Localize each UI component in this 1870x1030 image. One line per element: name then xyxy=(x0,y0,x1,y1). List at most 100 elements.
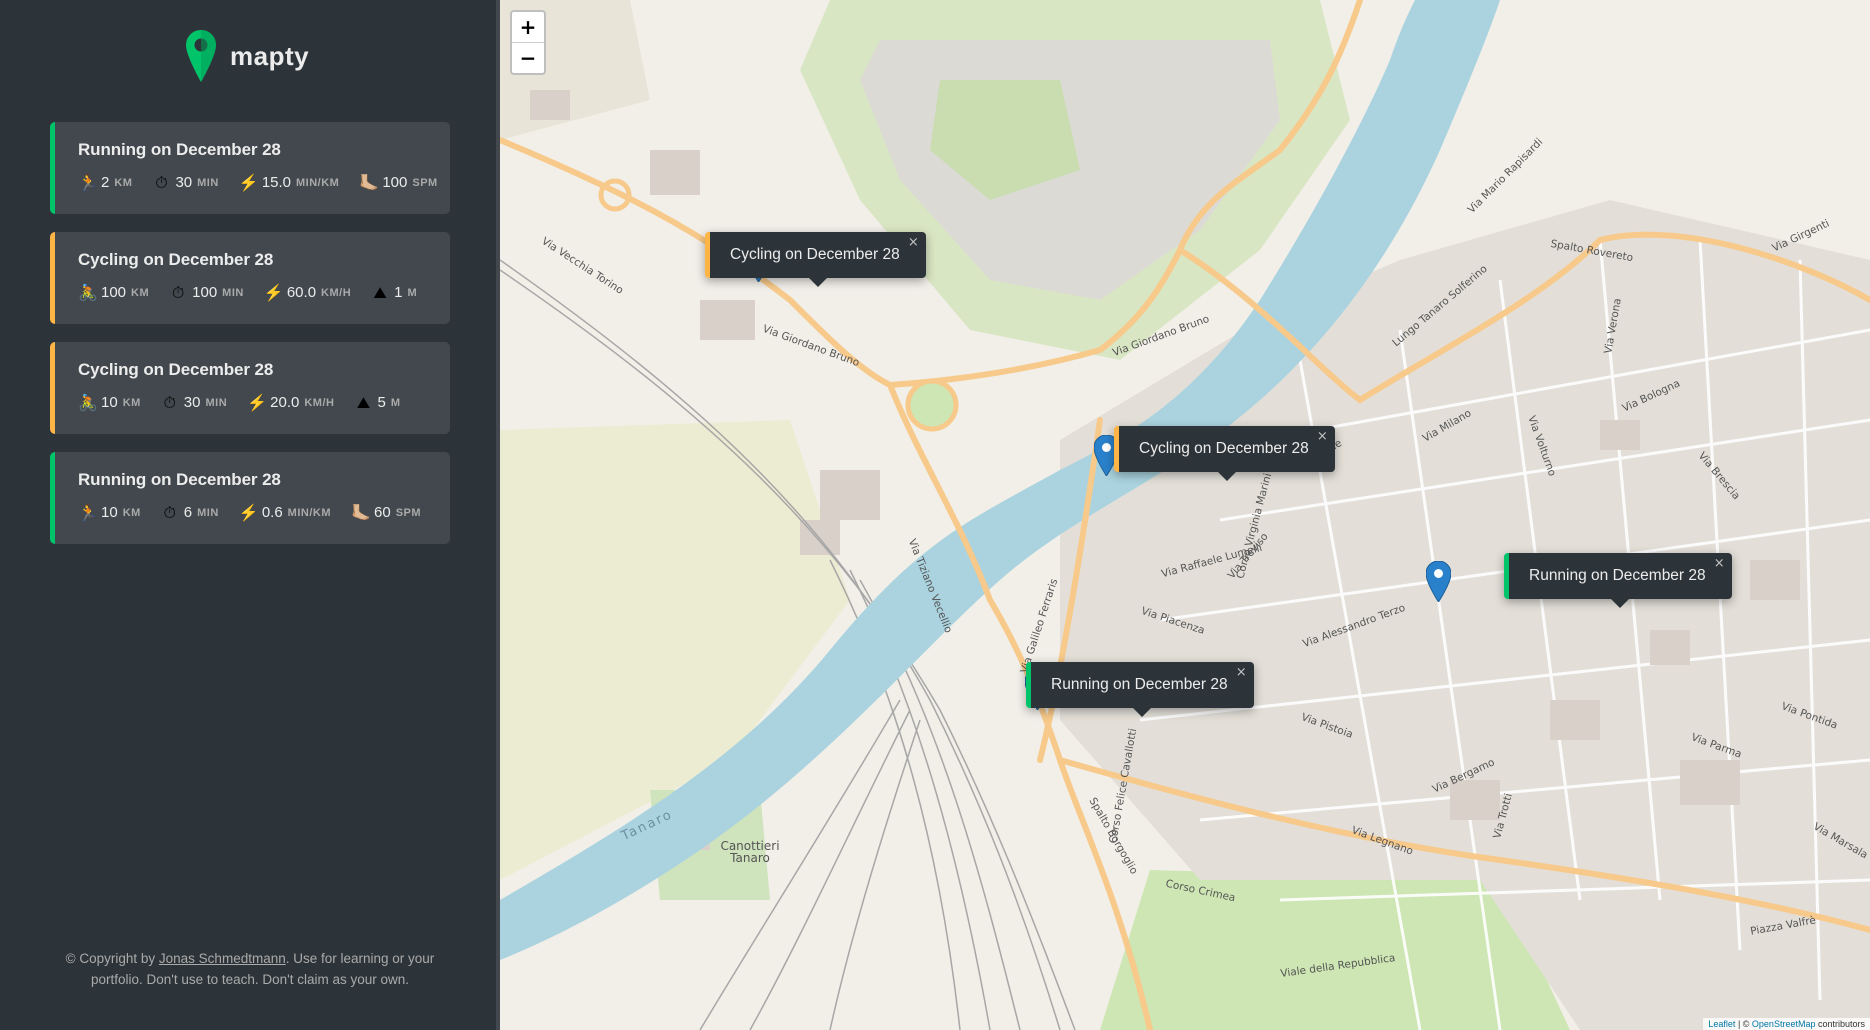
workout-stat: 🦶🏼 100 spm xyxy=(359,174,437,191)
workout-stat: ⛰ 1 m xyxy=(371,284,417,301)
stat-unit: min xyxy=(205,396,228,409)
stat-value: 60 xyxy=(374,504,391,521)
copyright-prefix: © Copyright by xyxy=(65,951,159,966)
stat-unit: spm xyxy=(412,176,438,189)
copyright-line2: portfolio. Don't use to teach. Don't cla… xyxy=(90,972,410,987)
workout-stat: 🚴 10 km xyxy=(78,394,141,411)
brand-name: mapty xyxy=(230,40,310,71)
stopwatch-icon: ⏱ xyxy=(171,282,185,302)
stat-value: 2 xyxy=(101,174,110,191)
stat-value: 100 xyxy=(382,174,408,191)
workout-card-cycling[interactable]: Cycling on December 28 🚴 100 km ⏱ 100 min ⚡️ 60.… xyxy=(50,232,450,324)
workout-title: Running on December 28 xyxy=(78,470,281,489)
stat-value: 30 xyxy=(183,394,201,411)
popup-text: Running on December 28 xyxy=(1051,676,1228,693)
zoom-in-button[interactable]: + xyxy=(512,12,544,42)
map-attribution: Leaflet | © OpenStreetMap contributors xyxy=(1703,1018,1870,1030)
workout-list: Running on December 28 🏃 2 km ⏱ 30 min ⚡️ 15.0 mi… xyxy=(50,122,450,562)
workout-stat: 🚴 100 km xyxy=(78,284,149,301)
popup-text: Cycling on December 28 xyxy=(730,246,900,263)
workout-card-running[interactable]: Running on December 28 🏃 2 km ⏱ 30 min ⚡️ 15.0 mi… xyxy=(50,122,450,214)
workout-popup-cycling[interactable]: Cycling on December 28 × xyxy=(1114,426,1335,481)
workout-stat: ⚡️ 60.0 km/h xyxy=(264,284,351,301)
workout-stat: ⏱ 30 min xyxy=(152,174,218,191)
popup-close-icon[interactable]: × xyxy=(1714,557,1725,571)
workout-details: 🚴 10 km ⏱ 30 min ⚡️ 20.0 km/h ⛰ 5 m xyxy=(78,394,450,411)
lightning-icon: ⚡️ xyxy=(238,172,259,192)
stat-unit: min xyxy=(222,286,244,299)
stopwatch-icon: ⏱ xyxy=(163,502,177,522)
lightning-icon: ⚡️ xyxy=(263,282,284,302)
workout-stat: ⏱ 30 min xyxy=(161,394,227,411)
workout-stat: 🦶🏼 60 spm xyxy=(351,504,421,521)
stat-value: 10 xyxy=(101,504,118,521)
stat-unit: km xyxy=(122,396,141,409)
stat-unit: km xyxy=(131,286,150,299)
stat-value: 20.0 xyxy=(270,394,300,411)
stat-value: 30 xyxy=(175,174,193,191)
author-link[interactable]: Jonas Schmedtmann xyxy=(159,951,286,966)
workout-stat: ⏱ 6 min xyxy=(161,504,219,521)
stopwatch-icon: ⏱ xyxy=(163,392,177,412)
workout-popup-cycling[interactable]: Cycling on December 28 × xyxy=(705,232,926,287)
cyclist-icon: 🚴 xyxy=(78,392,98,412)
workout-title: Cycling on December 28 xyxy=(78,250,274,269)
popup-close-icon[interactable]: × xyxy=(1317,430,1328,444)
workout-title: Running on December 28 xyxy=(78,140,281,159)
stat-value: 100 xyxy=(192,284,218,301)
workout-stat: ⚡️ 20.0 km/h xyxy=(247,394,334,411)
popup-close-icon[interactable]: × xyxy=(908,236,919,250)
cyclist-icon: 🚴 xyxy=(78,282,98,302)
foot-icon: 🦶🏼 xyxy=(359,172,380,192)
popup-close-icon[interactable]: × xyxy=(1236,666,1247,680)
workout-stat: ⏱ 100 min xyxy=(169,284,244,301)
logo: mapty xyxy=(186,30,309,82)
copyright-notice: © Copyright by Jonas Schmedtmann. Use fo… xyxy=(60,948,440,990)
workout-popup-running[interactable]: Running on December 28 × xyxy=(1504,553,1732,608)
stat-unit: m xyxy=(407,286,418,299)
stat-value: 0.6 xyxy=(261,504,283,521)
workout-card-cycling[interactable]: Cycling on December 28 🚴 10 km ⏱ 30 min ⚡️ 20.0 k… xyxy=(50,342,450,434)
workout-popup-running[interactable]: Running on December 28 × xyxy=(1026,662,1254,717)
stat-unit: min xyxy=(197,506,219,519)
map-marker-icon[interactable] xyxy=(1426,561,1451,602)
stat-unit: km/h xyxy=(321,286,352,299)
sidebar: mapty Running on December 28 🏃 2 km ⏱ 30 min ⚡️… xyxy=(0,0,498,1030)
workout-details: 🚴 100 km ⏱ 100 min ⚡️ 60.0 km/h ⛰ 1 m xyxy=(78,284,450,301)
stat-unit: spm xyxy=(395,506,422,519)
stat-unit: km xyxy=(114,176,133,189)
popup-text: Running on December 28 xyxy=(1529,567,1706,584)
map-tiles xyxy=(500,0,1870,1030)
workout-title: Cycling on December 28 xyxy=(78,360,274,379)
stat-value: 10 xyxy=(101,394,118,411)
mountain-icon: ⛰ xyxy=(356,392,371,412)
stat-value: 5 xyxy=(377,394,386,411)
map-pin-logo-icon xyxy=(186,30,216,82)
osm-link[interactable]: OpenStreetMap xyxy=(1752,1019,1816,1029)
workout-card-running[interactable]: Running on December 28 🏃 10 km ⏱ 6 min ⚡️ 0.6 min… xyxy=(50,452,450,544)
stat-unit: min/km xyxy=(296,176,340,189)
copyright-suffix: . Use for learning or your xyxy=(285,951,435,966)
leaflet-link[interactable]: Leaflet xyxy=(1708,1019,1735,1029)
foot-icon: 🦶🏼 xyxy=(351,502,371,522)
map[interactable]: Via Vecchia Torino Via Giordano Bruno Vi… xyxy=(500,0,1870,1030)
mountain-icon: ⛰ xyxy=(373,282,387,302)
lightning-icon: ⚡️ xyxy=(238,502,259,522)
stat-unit: min/km xyxy=(287,506,331,519)
zoom-out-button[interactable]: − xyxy=(512,42,544,73)
attribution-separator: | © xyxy=(1735,1019,1752,1029)
stat-unit: km/h xyxy=(304,396,335,409)
stat-value: 15.0 xyxy=(261,174,292,191)
runner-icon: 🏃 xyxy=(78,172,98,192)
workout-stat: 🏃 10 km xyxy=(78,504,141,521)
stat-unit: m xyxy=(390,396,401,409)
stat-unit: min xyxy=(197,176,219,189)
popup-text: Cycling on December 28 xyxy=(1139,440,1309,457)
workout-details: 🏃 10 km ⏱ 6 min ⚡️ 0.6 min/km 🦶🏼 60 spm xyxy=(78,504,450,521)
stat-value: 100 xyxy=(101,284,127,301)
workout-stat: 🏃 2 km xyxy=(78,174,132,191)
workout-details: 🏃 2 km ⏱ 30 min ⚡️ 15.0 min/km 🦶🏼 100 spm xyxy=(78,174,450,191)
workout-stat: ⚡️ 0.6 min/km xyxy=(239,504,331,521)
map-label: Canottieri Tanaro xyxy=(720,839,780,865)
stat-value: 1 xyxy=(394,284,403,301)
